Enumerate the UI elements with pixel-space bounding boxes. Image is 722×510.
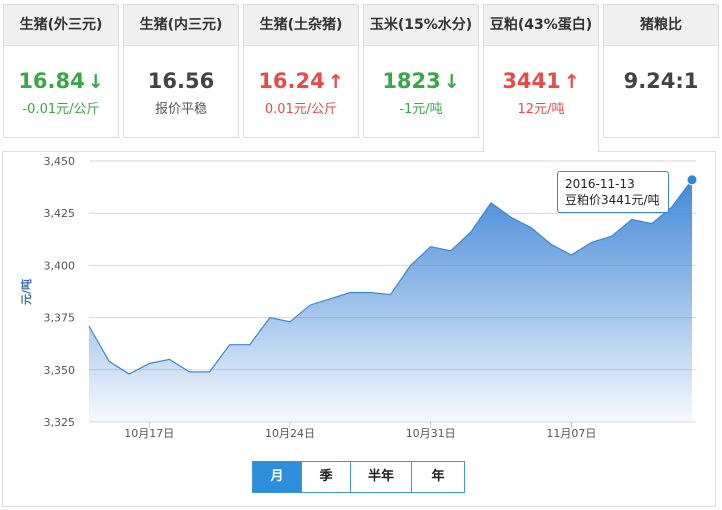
card-soymeal[interactable]: 豆粕(43%蛋白) 3441 ↑ 12元/吨 bbox=[483, 4, 599, 152]
range-button-half-year[interactable]: 半年 bbox=[350, 461, 412, 493]
x-tick-label: 10月31日 bbox=[406, 427, 456, 440]
arrow-up-icon: ↑ bbox=[563, 71, 580, 93]
y-tick-label: 3,325 bbox=[44, 416, 76, 429]
price-chart: 3,3253,3503,3753,4003,4253,450 10月17日 10月… bbox=[19, 155, 698, 440]
series-area-fill bbox=[89, 179, 692, 422]
x-tick-label: 11月07日 bbox=[546, 427, 596, 440]
x-tick-label: 10月17日 bbox=[124, 427, 174, 440]
range-button-year[interactable]: 年 bbox=[411, 461, 465, 493]
y-axis-title: 元/吨 bbox=[19, 279, 33, 305]
card-price-row: 3441 ↑ bbox=[484, 66, 598, 96]
range-selector: 月 季 半年 年 bbox=[252, 461, 465, 493]
y-tick-label: 3,425 bbox=[44, 207, 76, 220]
y-tick-label: 3,400 bbox=[44, 259, 76, 272]
y-tick-label: 3,350 bbox=[44, 364, 76, 377]
y-tick-label: 3,450 bbox=[44, 155, 76, 168]
range-button-month[interactable]: 月 bbox=[252, 461, 302, 493]
x-tick-label: 10月24日 bbox=[265, 427, 315, 440]
x-axis: 10月17日 10月24日 10月31日 11月07日 bbox=[124, 422, 596, 440]
tooltip-date: 2016-11-13 bbox=[565, 177, 635, 191]
chart-tooltip: 2016-11-13 豆粕价3441元/吨 bbox=[557, 171, 669, 213]
data-point bbox=[686, 174, 698, 186]
series-area bbox=[88, 179, 693, 422]
y-axis: 3,325 3,350 3,375 3,400 3,425 3,450 bbox=[44, 155, 76, 429]
card-title: 豆粕(43%蛋白) bbox=[484, 5, 598, 46]
y-tick-label: 3,375 bbox=[44, 312, 76, 325]
tooltip-text: 豆粕价3441元/吨 bbox=[565, 193, 660, 207]
card-price: 3441 bbox=[502, 69, 561, 93]
card-change: 12元/吨 bbox=[517, 102, 565, 117]
range-button-quarter[interactable]: 季 bbox=[301, 461, 351, 493]
